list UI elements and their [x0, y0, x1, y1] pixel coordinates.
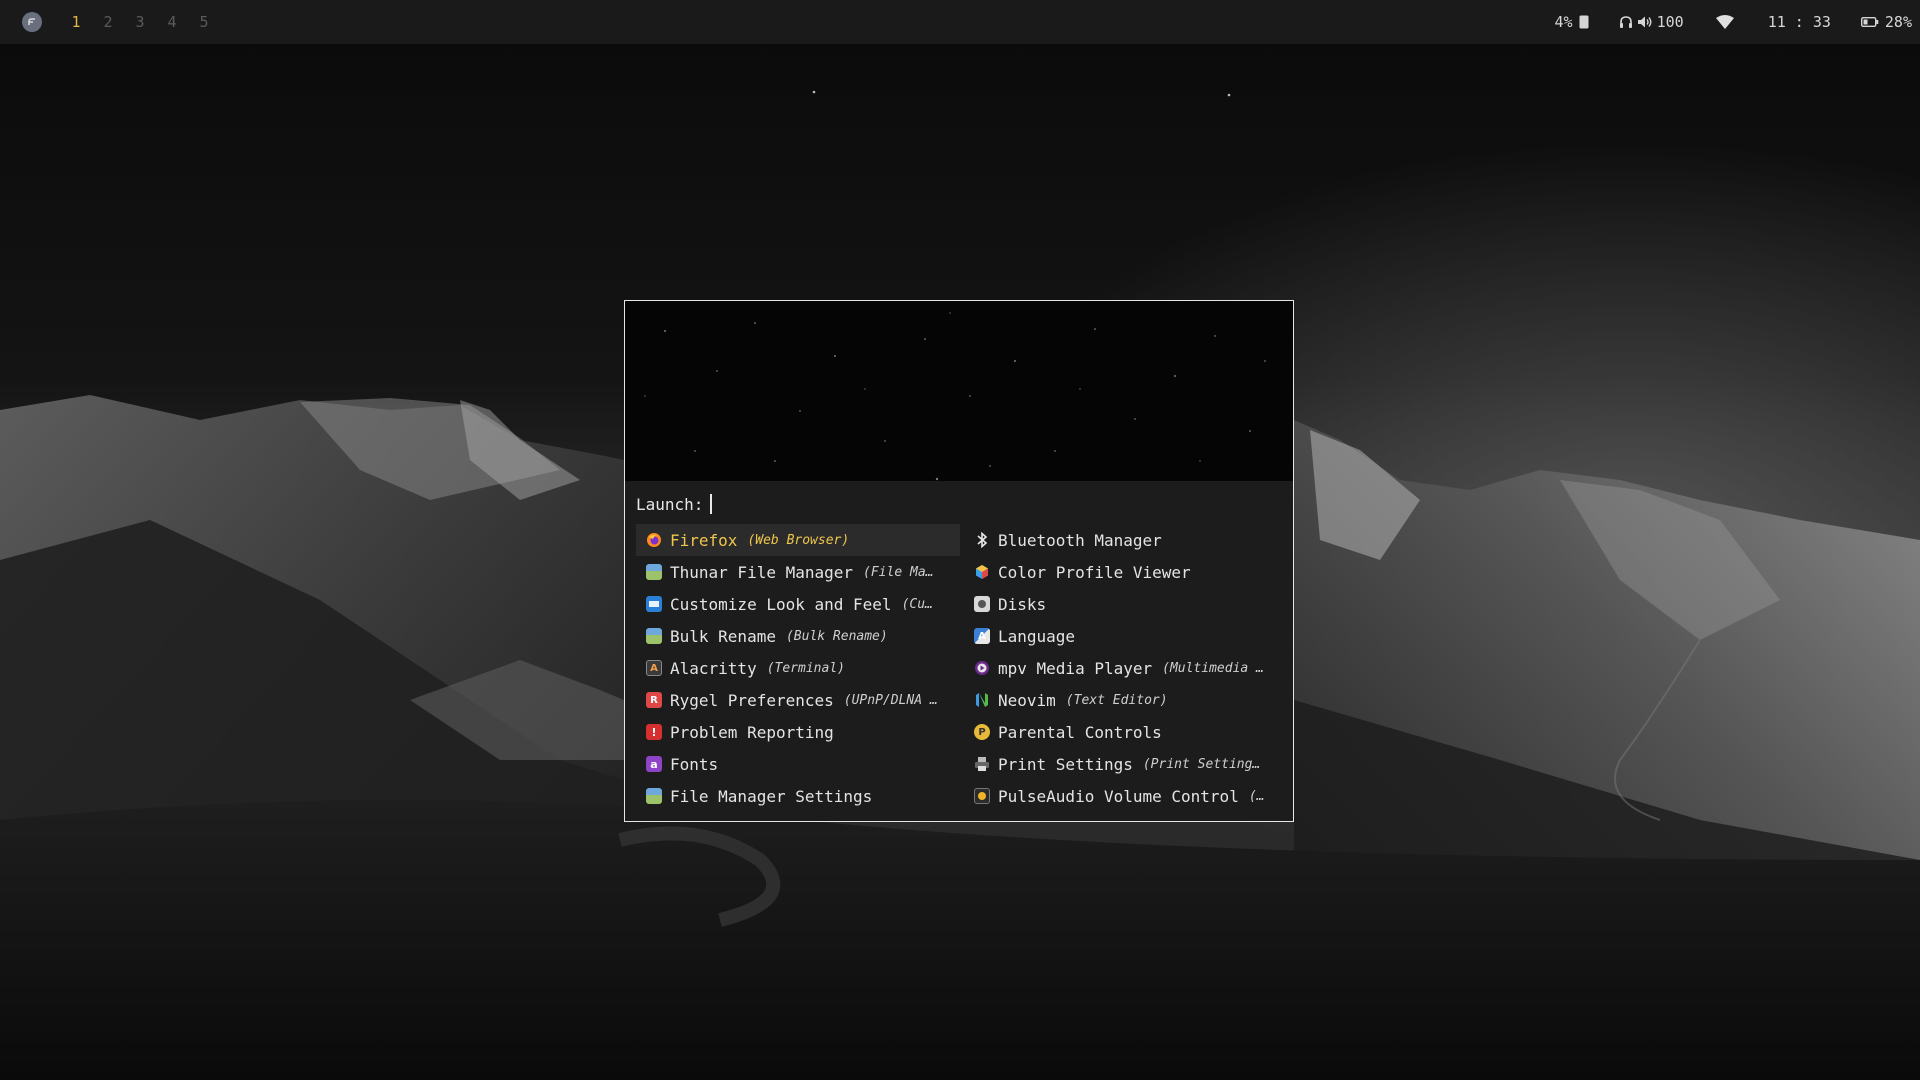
app-item-fonts[interactable]: a Fonts — [636, 748, 960, 780]
fonts-icon: a — [646, 756, 662, 772]
app-item-pulseaudio[interactable]: PulseAudio Volume Control (… — [960, 780, 1286, 812]
workspace-3[interactable]: 3 — [124, 13, 156, 31]
bulk-rename-icon — [646, 628, 662, 644]
memory-icon — [1579, 15, 1589, 29]
app-item-firefox[interactable]: Firefox (Web Browser) — [636, 524, 960, 556]
pulseaudio-icon — [974, 788, 990, 804]
neovim-icon — [974, 692, 990, 708]
clock[interactable]: 11 : 33 — [1768, 13, 1831, 31]
prompt-label: Launch: — [636, 494, 704, 514]
app-item-color-profile-viewer[interactable]: Color Profile Viewer — [960, 556, 1286, 588]
firefox-icon — [646, 532, 662, 548]
printer-icon — [974, 756, 990, 772]
launcher-header-image — [625, 301, 1293, 481]
disks-icon — [974, 596, 990, 612]
app-item-problem-reporting[interactable]: ! Problem Reporting — [636, 716, 960, 748]
app-item-file-manager-settings[interactable]: File Manager Settings — [636, 780, 960, 812]
app-item-alacritty[interactable]: A Alacritty (Terminal) — [636, 652, 960, 684]
app-item-rygel[interactable]: R Rygel Preferences (UPnP/DLNA … — [636, 684, 960, 716]
color-profile-icon — [974, 564, 990, 580]
distro-logo-icon[interactable] — [22, 12, 42, 32]
app-launcher: Launch: Firefox (Web Browser) Thunar Fil… — [624, 300, 1294, 822]
workspace-1[interactable]: 1 — [60, 13, 92, 31]
volume-widget[interactable]: 100 — [1619, 13, 1684, 31]
speaker-icon — [1637, 15, 1653, 29]
battery-value: 28% — [1884, 13, 1912, 31]
appearance-icon — [646, 596, 662, 612]
app-item-bulk-rename[interactable]: Bulk Rename (Bulk Rename) — [636, 620, 960, 652]
cpu-widget[interactable]: 4% — [1555, 13, 1589, 31]
top-bar: 1 2 3 4 5 4% 100 11 : 33 28% — [0, 0, 1920, 44]
problem-reporting-icon: ! — [646, 724, 662, 740]
app-item-disks[interactable]: Disks — [960, 588, 1286, 620]
app-item-thunar[interactable]: Thunar File Manager (File Ma… — [636, 556, 960, 588]
parental-controls-icon: P — [974, 724, 990, 740]
headphones-icon — [1619, 15, 1633, 29]
file-manager-settings-icon — [646, 788, 662, 804]
wifi-widget[interactable] — [1715, 15, 1734, 29]
battery-icon — [1860, 16, 1879, 28]
workspace-2[interactable]: 2 — [92, 13, 124, 31]
cpu-value: 4% — [1554, 13, 1573, 31]
file-manager-icon — [646, 564, 662, 580]
app-item-print-settings[interactable]: Print Settings (Print Setting… — [960, 748, 1286, 780]
workspace-5[interactable]: 5 — [188, 13, 220, 31]
terminal-icon: A — [646, 660, 662, 676]
language-icon: A — [974, 628, 990, 644]
app-item-neovim[interactable]: Neovim (Text Editor) — [960, 684, 1286, 716]
app-list: Firefox (Web Browser) Thunar File Manage… — [636, 524, 1286, 812]
app-item-parental-controls[interactable]: P Parental Controls — [960, 716, 1286, 748]
wifi-icon — [1715, 15, 1734, 29]
app-item-customize-look[interactable]: Customize Look and Feel (Cu… — [636, 588, 960, 620]
workspace-4[interactable]: 4 — [156, 13, 188, 31]
workspace-switcher: 1 2 3 4 5 — [22, 0, 220, 44]
bluetooth-icon — [974, 532, 990, 548]
app-item-mpv[interactable]: mpv Media Player (Multimedia … — [960, 652, 1286, 684]
app-item-language[interactable]: A Language — [960, 620, 1286, 652]
volume-value: 100 — [1656, 13, 1684, 31]
text-cursor — [710, 494, 713, 514]
app-item-bluetooth-manager[interactable]: Bluetooth Manager — [960, 524, 1286, 556]
rygel-icon: R — [646, 692, 662, 708]
launcher-prompt[interactable]: Launch: — [636, 493, 713, 515]
battery-widget[interactable]: 28% — [1860, 13, 1912, 31]
mpv-icon — [974, 660, 990, 676]
